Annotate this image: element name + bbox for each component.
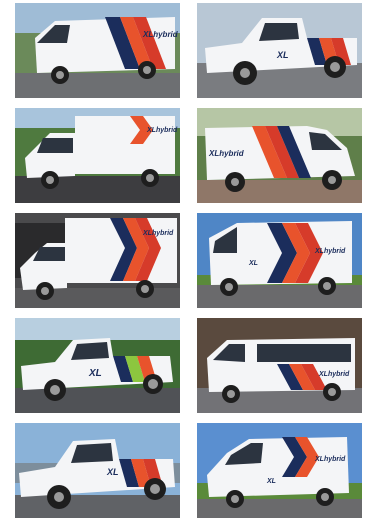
logo-text: XLhybrid bbox=[314, 456, 346, 463]
photo-tile-3: XLhybrid bbox=[15, 108, 180, 203]
photo-tile-9: XL bbox=[15, 423, 180, 518]
photo-box-van: XLhybrid bbox=[15, 3, 180, 98]
photo-tile-10: XLhybrid XL bbox=[197, 423, 362, 518]
photo-cargo-van: XLhybrid bbox=[197, 108, 362, 203]
logo-text: XLhybrid bbox=[146, 127, 178, 134]
photo-tile-6: XLhybrid XL bbox=[197, 213, 362, 308]
photo-grid: XLhybrid XL XLhybrid XLhybrid XLhybrid X… bbox=[0, 0, 367, 522]
photo-pickup: XL bbox=[197, 3, 362, 98]
photo-box-truck-2: XLhybrid bbox=[15, 213, 180, 308]
badge-text: XL bbox=[276, 50, 289, 60]
photo-tile-1: XLhybrid bbox=[15, 3, 180, 98]
logo-text: XLhybrid bbox=[318, 371, 350, 378]
logo-text: XLhybrid bbox=[142, 230, 174, 237]
photo-pickup-red: XL bbox=[15, 423, 180, 518]
photo-pickup-green: XL bbox=[15, 318, 180, 413]
photo-tile-7: XL bbox=[15, 318, 180, 413]
photo-tile-8: XLhybrid bbox=[197, 318, 362, 413]
photo-box-truck: XLhybrid bbox=[15, 108, 180, 203]
badge-text: XL bbox=[88, 368, 102, 379]
logo-text: XLhybrid bbox=[314, 248, 346, 255]
photo-tile-5: XLhybrid bbox=[15, 213, 180, 308]
photo-tile-4: XLhybrid bbox=[197, 108, 362, 203]
logo-text: XLhybrid bbox=[142, 30, 179, 39]
photo-shuttle-bus: XLhybrid bbox=[197, 318, 362, 413]
photo-step-van: XLhybrid XL bbox=[197, 213, 362, 308]
photo-tile-2: XL bbox=[197, 3, 362, 98]
logo-text: XLhybrid bbox=[208, 149, 245, 158]
badge-text: XL bbox=[248, 260, 258, 267]
photo-sprinter-van: XLhybrid XL bbox=[197, 423, 362, 518]
badge-text: XL bbox=[266, 478, 276, 485]
badge-text: XL bbox=[106, 467, 119, 477]
